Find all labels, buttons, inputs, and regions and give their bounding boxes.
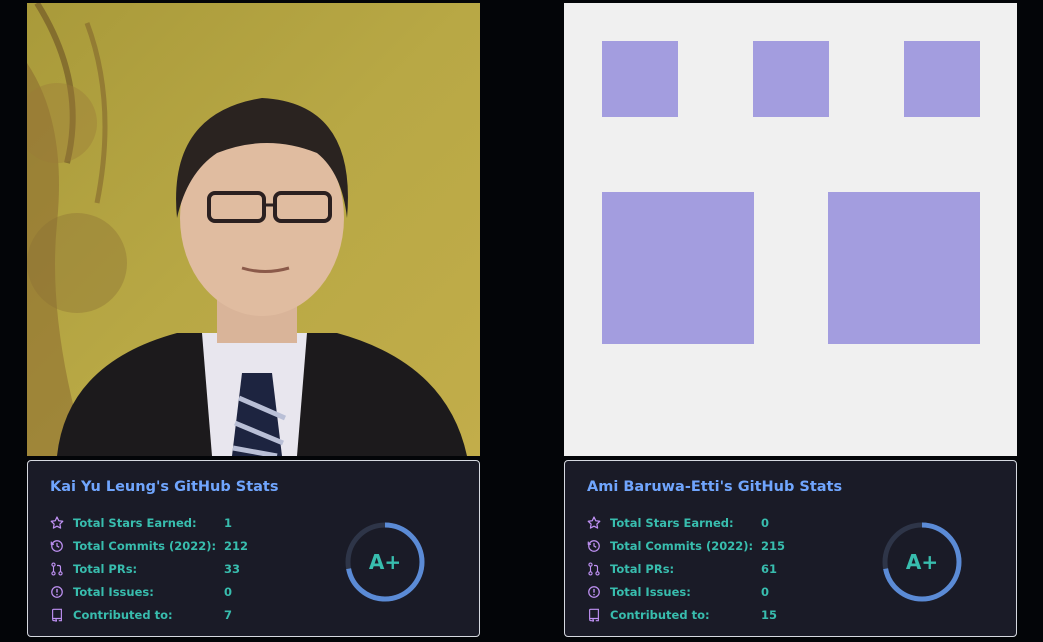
stat-row-contributed: Contributed to: 7	[50, 603, 248, 626]
pull-request-icon	[587, 561, 601, 576]
repo-icon	[587, 608, 601, 622]
star-icon	[587, 515, 601, 530]
issue-icon	[50, 585, 64, 599]
stat-value: 61	[761, 561, 778, 576]
stat-label: Total PRs:	[610, 561, 675, 576]
stat-value: 0	[224, 584, 233, 599]
stat-row-contributed: Contributed to: 15	[587, 603, 785, 626]
identicon-cell	[828, 192, 980, 344]
stat-label: Total Commits (2022):	[610, 538, 754, 553]
stats-list: Total Stars Earned: 0 Total Commits (202…	[587, 511, 785, 626]
stat-label: Total Issues:	[610, 584, 691, 599]
stat-value: 212	[224, 538, 249, 553]
stat-value: 33	[224, 561, 241, 576]
stat-label: Total Stars Earned:	[73, 515, 197, 530]
github-stats-card: Kai Yu Leung's GitHub Stats Total Stars …	[27, 460, 480, 637]
stat-label: Total Issues:	[73, 584, 154, 599]
avatar-photo[interactable]	[27, 3, 480, 456]
stat-label: Total Commits (2022):	[73, 538, 217, 553]
stat-value: 15	[761, 607, 778, 622]
history-clock-icon	[587, 539, 601, 553]
stat-row-commits: Total Commits (2022): 212	[50, 534, 248, 557]
stat-row-issues: Total Issues: 0	[587, 580, 785, 603]
github-stats-card: Ami Baruwa-Etti's GitHub Stats Total Sta…	[564, 460, 1017, 637]
rank-grade: A+	[368, 550, 402, 574]
pull-request-icon	[50, 561, 64, 576]
stat-value: 1	[224, 515, 233, 530]
identicon-cell	[602, 41, 678, 117]
stat-row-issues: Total Issues: 0	[50, 580, 248, 603]
stat-row-commits: Total Commits (2022): 215	[587, 534, 785, 557]
identicon-cell	[602, 192, 754, 344]
stat-label: Contributed to:	[73, 607, 173, 622]
avatar-identicon[interactable]	[564, 3, 1017, 456]
stat-row-stars: Total Stars Earned: 0	[587, 511, 785, 534]
stat-row-stars: Total Stars Earned: 1	[50, 511, 248, 534]
identicon-cell	[753, 41, 829, 117]
stat-label: Contributed to:	[610, 607, 710, 622]
stat-label: Total PRs:	[73, 561, 138, 576]
stat-value: 0	[761, 584, 770, 599]
star-icon	[50, 515, 64, 530]
card-title: Ami Baruwa-Etti's GitHub Stats	[587, 479, 843, 495]
stats-page: Kai Yu Leung's GitHub Stats Total Stars …	[0, 0, 1043, 642]
rank-circle: A+	[881, 521, 963, 603]
issue-icon	[587, 585, 601, 599]
stat-label: Total Stars Earned:	[610, 515, 734, 530]
rank-grade: A+	[905, 550, 939, 574]
stats-list: Total Stars Earned: 1 Total Commits (202…	[50, 511, 248, 626]
repo-icon	[50, 608, 64, 622]
identicon-cell	[904, 41, 980, 117]
rank-circle: A+	[344, 521, 426, 603]
stat-value: 7	[224, 607, 233, 622]
stat-row-prs: Total PRs: 33	[50, 557, 248, 580]
stat-value: 215	[761, 538, 786, 553]
stat-value: 0	[761, 515, 770, 530]
history-clock-icon	[50, 539, 64, 553]
user-column-ami: Ami Baruwa-Etti's GitHub Stats Total Sta…	[564, 3, 1018, 637]
user-column-kai: Kai Yu Leung's GitHub Stats Total Stars …	[27, 3, 481, 637]
card-title: Kai Yu Leung's GitHub Stats	[50, 479, 279, 495]
stat-row-prs: Total PRs: 61	[587, 557, 785, 580]
